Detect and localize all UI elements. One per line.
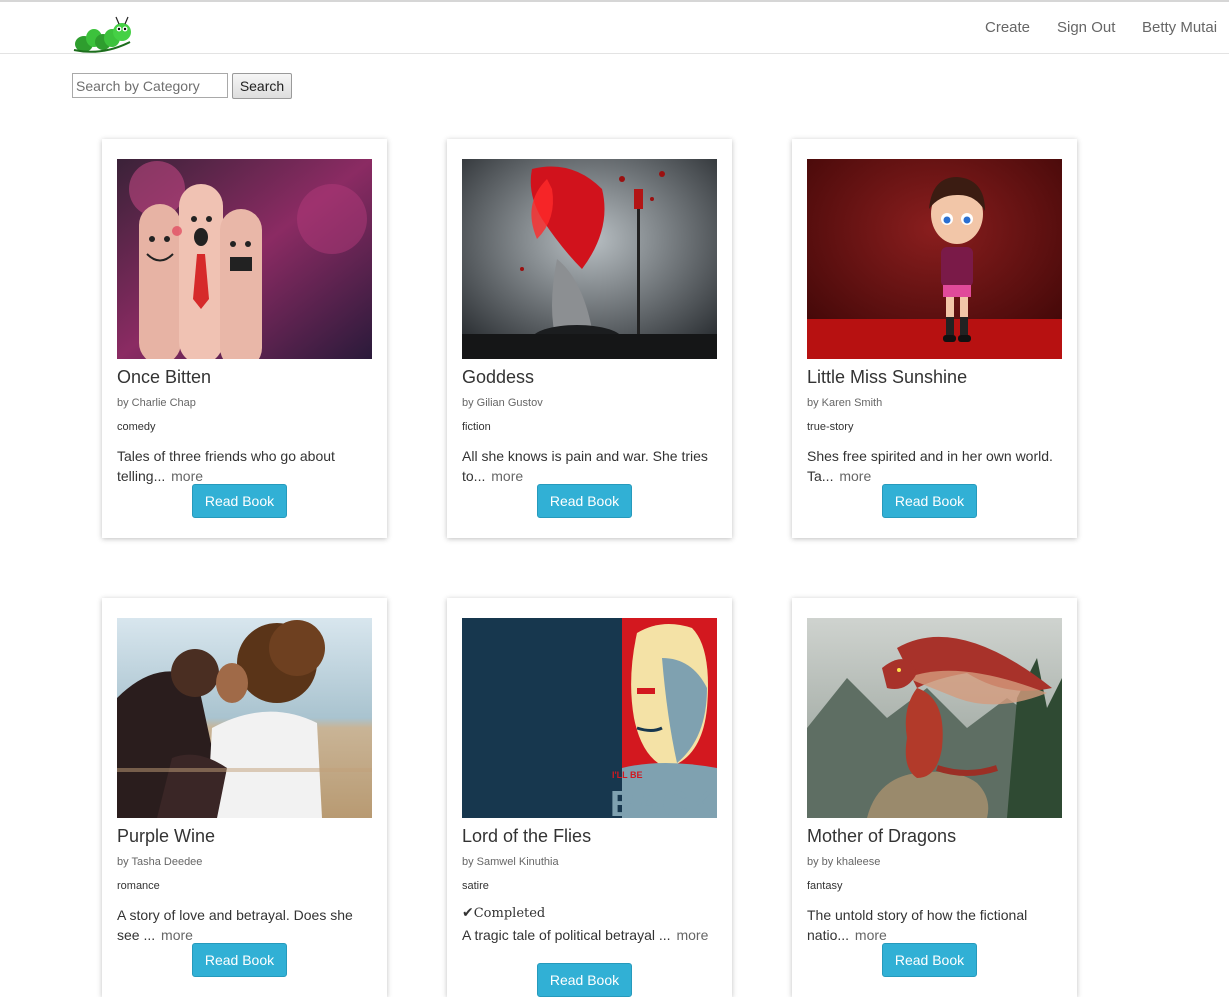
book-category: comedy <box>117 421 156 433</box>
nav-create-link[interactable]: Create <box>985 19 1030 36</box>
book-card: Purple Wine by Tasha Deedee romance A st… <box>102 598 387 997</box>
book-author: by Charlie Chap <box>117 397 196 409</box>
book-cover-image[interactable] <box>117 618 372 818</box>
description-text: A story of love and betrayal. Does she s… <box>117 907 353 943</box>
nav-user-profile-link[interactable]: Betty Mutai <box>1142 19 1217 36</box>
description-text: Tales of three friends who go about tell… <box>117 448 335 484</box>
more-link[interactable]: more <box>855 927 887 943</box>
book-cover-image[interactable] <box>807 159 1062 359</box>
book-description: A tragic tale of political betrayal ... … <box>462 925 717 945</box>
category-search-input[interactable] <box>72 73 228 98</box>
search-button[interactable]: Search <box>232 73 292 99</box>
book-cover-image[interactable] <box>807 618 1062 818</box>
more-link[interactable]: more <box>676 927 708 943</box>
read-book-button[interactable]: Read Book <box>192 484 287 518</box>
book-author: by Karen Smith <box>807 397 883 409</box>
book-description: A story of love and betrayal. Does she s… <box>117 905 372 945</box>
book-author: by by khaleese <box>807 856 881 868</box>
book-title[interactable]: Lord of the Flies <box>462 826 591 847</box>
book-description: All she knows is pain and war. She tries… <box>462 446 717 486</box>
description-text: The untold story of how the fictional na… <box>807 907 1028 943</box>
read-book-button[interactable]: Read Book <box>537 484 632 518</box>
book-card: Once Bitten by Charlie Chap comedy Tales… <box>102 139 387 538</box>
read-book-button[interactable]: Read Book <box>882 943 977 977</box>
book-title[interactable]: Purple Wine <box>117 826 215 847</box>
book-title[interactable]: Mother of Dragons <box>807 826 956 847</box>
book-category: romance <box>117 880 160 892</box>
book-category: fiction <box>462 421 491 433</box>
more-link[interactable]: more <box>161 927 193 943</box>
more-link[interactable]: more <box>171 468 203 484</box>
status-text: Completed <box>473 906 546 921</box>
book-card: I'LL BE BACK Lord of the Flies by Samwel… <box>447 598 732 997</box>
book-category: true-story <box>807 421 854 433</box>
read-book-button[interactable]: Read Book <box>192 943 287 977</box>
book-cover-image[interactable] <box>462 159 717 359</box>
read-book-button[interactable]: Read Book <box>882 484 977 518</box>
completed-status: ✔Completed <box>462 905 545 921</box>
checkmark-icon: ✔ <box>462 905 474 921</box>
poster-large-text: BACK <box>610 783 714 818</box>
navbar: Create Sign Out Betty Mutai <box>0 2 1229 54</box>
book-author: by Samwel Kinuthia <box>462 856 559 868</box>
caterpillar-logo-icon[interactable] <box>72 16 134 56</box>
nav-sign-out-link[interactable]: Sign Out <box>1057 19 1115 36</box>
book-author: by Tasha Deedee <box>117 856 203 868</box>
book-cover-image[interactable]: I'LL BE BACK <box>462 618 717 818</box>
book-category: satire <box>462 880 489 892</box>
book-title[interactable]: Little Miss Sunshine <box>807 367 967 388</box>
book-card: Mother of Dragons by by khaleese fantasy… <box>792 598 1077 997</box>
book-description: Tales of three friends who go about tell… <box>117 446 372 486</box>
book-description: Shes free spirited and in her own world.… <box>807 446 1062 486</box>
more-link[interactable]: more <box>491 468 523 484</box>
book-title[interactable]: Goddess <box>462 367 534 388</box>
more-link[interactable]: more <box>839 468 871 484</box>
book-cover-image[interactable] <box>117 159 372 359</box>
book-title[interactable]: Once Bitten <box>117 367 211 388</box>
book-category: fantasy <box>807 880 843 892</box>
book-description: The untold story of how the fictional na… <box>807 905 1062 945</box>
book-card: Goddess by Gilian Gustov fiction All she… <box>447 139 732 538</box>
description-text: A tragic tale of political betrayal ... <box>462 927 671 943</box>
book-card: Little Miss Sunshine by Karen Smith true… <box>792 139 1077 538</box>
book-author: by Gilian Gustov <box>462 397 543 409</box>
poster-small-text: I'LL BE <box>612 770 642 780</box>
read-book-button[interactable]: Read Book <box>537 963 632 997</box>
